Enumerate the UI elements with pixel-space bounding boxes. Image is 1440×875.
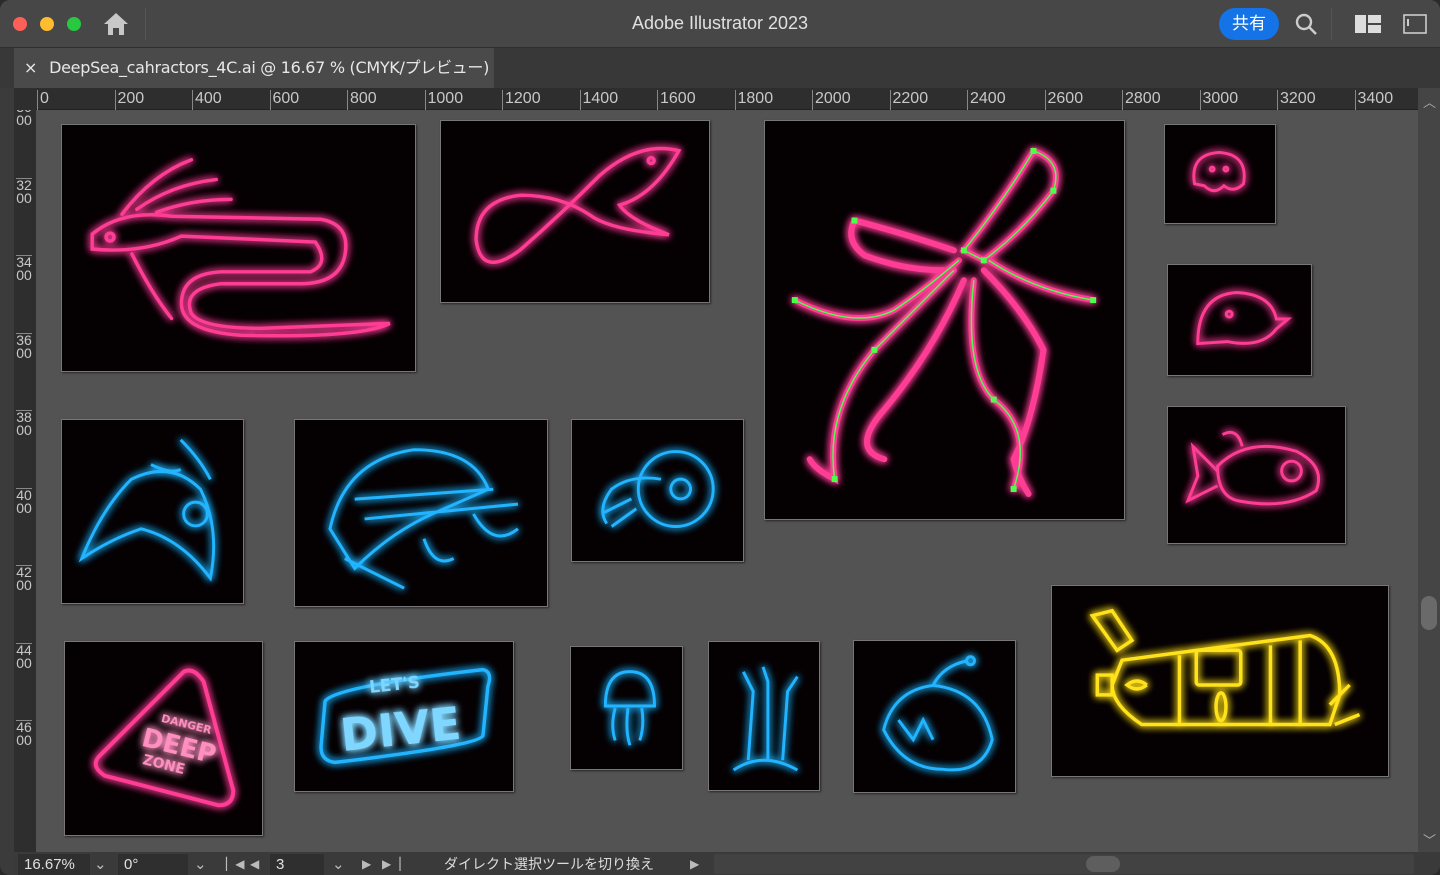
isopod-neon-art: [328, 448, 519, 590]
document-tab-bar: × DeepSea_cahractors_4C.ai @ 16.67 % (CMY…: [0, 48, 1440, 88]
artboard-fangtooth[interactable]: [1167, 406, 1346, 544]
ruler-label: 800: [347, 90, 377, 110]
ruler-label: 200: [114, 90, 144, 110]
arrange-documents-icon[interactable]: [1355, 15, 1381, 33]
vertical-ruler[interactable]: 300032003400360038004000420044004600: [14, 100, 36, 852]
rotation-field[interactable]: 0°: [118, 854, 188, 875]
ruler-label: 400: [192, 90, 222, 110]
artboard-lets-dive[interactable]: LET'S DIVE: [294, 641, 514, 792]
ruler-origin[interactable]: [14, 88, 36, 110]
status-bar: 16.67% ⌄ 0° ⌄ ▏◀ ◀ 3 ⌄ ▶ ▶▕ ダイレクト選択ツールを切…: [14, 852, 1440, 875]
artboard-blue-fish[interactable]: [61, 419, 244, 604]
scroll-up-icon[interactable]: ︿: [1423, 92, 1436, 111]
nautilus-neon-art: [601, 450, 715, 528]
artboard-danger-sign[interactable]: DANGER DEEP ZONE: [64, 641, 263, 836]
ruler-label: 1800: [734, 90, 773, 110]
submarine-neon-art: [1089, 608, 1361, 727]
ruler-label: 3600: [16, 331, 32, 361]
share-button[interactable]: 共有: [1219, 8, 1279, 40]
danger-sign-neon-art: DANGER DEEP ZONE: [93, 668, 236, 808]
artboard-isopod[interactable]: [294, 419, 548, 607]
blobfish-neon-art: [1196, 291, 1293, 346]
artboard-number-field[interactable]: 3: [270, 854, 324, 875]
squid-neon-art: [791, 147, 1097, 498]
artboard-submarine[interactable]: [1051, 585, 1389, 777]
tubeworm-neon-art: [732, 666, 799, 772]
ruler-label: 4400: [16, 641, 32, 671]
artboard-tube-worm[interactable]: [708, 641, 820, 791]
ruler-label: 2200: [889, 90, 928, 110]
zoom-level-field[interactable]: 16.67%: [18, 854, 90, 875]
close-tab-button[interactable]: ×: [24, 58, 37, 77]
ruler-label: 600: [269, 90, 299, 110]
jellyfish-neon-art: [603, 670, 656, 746]
fish-neon-art: [474, 146, 682, 264]
illustrator-window: Adobe Illustrator 2023 共有 × DeepSea_cahra…: [0, 0, 1440, 875]
artboard-squid-selected[interactable]: [764, 120, 1125, 520]
scroll-down-icon[interactable]: ﹀: [1423, 830, 1436, 849]
sign-text-lets: LET'S: [368, 672, 421, 697]
artboard-dropdown-chevron-icon[interactable]: ⌄: [332, 854, 345, 875]
oarfish-neon-art: [90, 157, 391, 338]
ruler-label: 1400: [579, 90, 618, 110]
ruler-label: 2400: [967, 90, 1006, 110]
ruler-label: 3000: [1199, 90, 1238, 110]
artboard-fish-tail[interactable]: [440, 120, 710, 303]
document-tab[interactable]: × DeepSea_cahractors_4C.ai @ 16.67 % (CMY…: [14, 48, 494, 88]
ruler-label: 2000: [812, 90, 851, 110]
sign-text-dive: DIVE: [338, 697, 464, 762]
tool-hint-text: ダイレクト選択ツールを切り換え: [444, 856, 654, 872]
ruler-label: 1200: [502, 90, 541, 110]
ruler-label: 3400: [1354, 90, 1393, 110]
horizontal-scroll-thumb[interactable]: [1086, 856, 1120, 872]
zoom-dropdown-chevron-icon[interactable]: ⌄: [94, 854, 107, 875]
ruler-label: 2600: [1044, 90, 1083, 110]
artboard-anglerfish[interactable]: [853, 640, 1016, 793]
ruler-label: 4200: [16, 564, 32, 593]
artboard-nautilus[interactable]: [571, 419, 744, 562]
first-artboard-icon[interactable]: ▏◀: [226, 854, 244, 875]
fangtooth-neon-art: [1185, 430, 1321, 506]
ruler-label: 3400: [16, 254, 32, 283]
horizontal-ruler[interactable]: 0 200 400 600 800 1000 1200 1400 1600 1800 2000 220…: [14, 88, 1418, 110]
blue-fish-neon-art: [78, 438, 216, 582]
ruler-label: 0: [37, 90, 49, 110]
status-menu-icon[interactable]: ▶: [690, 854, 699, 875]
previous-artboard-icon[interactable]: ◀: [250, 854, 259, 875]
document-tab-label: DeepSea_cahractors_4C.ai @ 16.67 % (CMYK…: [49, 58, 490, 77]
workspace-panel-icon[interactable]: [1403, 14, 1427, 34]
title-bar: Adobe Illustrator 2023 共有: [0, 0, 1440, 48]
ruler-label: 2800: [1122, 90, 1161, 110]
rotation-dropdown-chevron-icon[interactable]: ⌄: [194, 854, 207, 875]
ruler-label: 1600: [657, 90, 696, 110]
ruler-label: 4600: [16, 719, 32, 748]
ruler-label: 3800: [16, 409, 32, 438]
artboard-blobfish[interactable]: [1167, 264, 1312, 376]
artboard-jellyfish[interactable]: [570, 646, 683, 770]
artboard-oarfish[interactable]: [61, 124, 416, 372]
ruler-label: 1000: [424, 90, 463, 110]
anglerfish-neon-art: [882, 655, 994, 772]
search-icon[interactable]: [1294, 12, 1318, 36]
vertical-scrollbar[interactable]: ︿ ﹀: [1418, 88, 1440, 852]
dumbo-neon-art: [1192, 150, 1246, 193]
horizontal-scrollbar[interactable]: [714, 854, 1414, 874]
ruler-label: 3200: [1277, 90, 1316, 110]
last-artboard-icon[interactable]: ▶▕: [382, 854, 400, 875]
ruler-label: 4000: [16, 486, 32, 516]
ruler-label: 3200: [16, 176, 32, 206]
artboard-dumbo-octopus[interactable]: [1164, 124, 1276, 224]
scroll-thumb[interactable]: [1421, 596, 1437, 630]
next-artboard-icon[interactable]: ▶: [362, 854, 371, 875]
lets-dive-neon-art: LET'S DIVE: [319, 667, 492, 765]
